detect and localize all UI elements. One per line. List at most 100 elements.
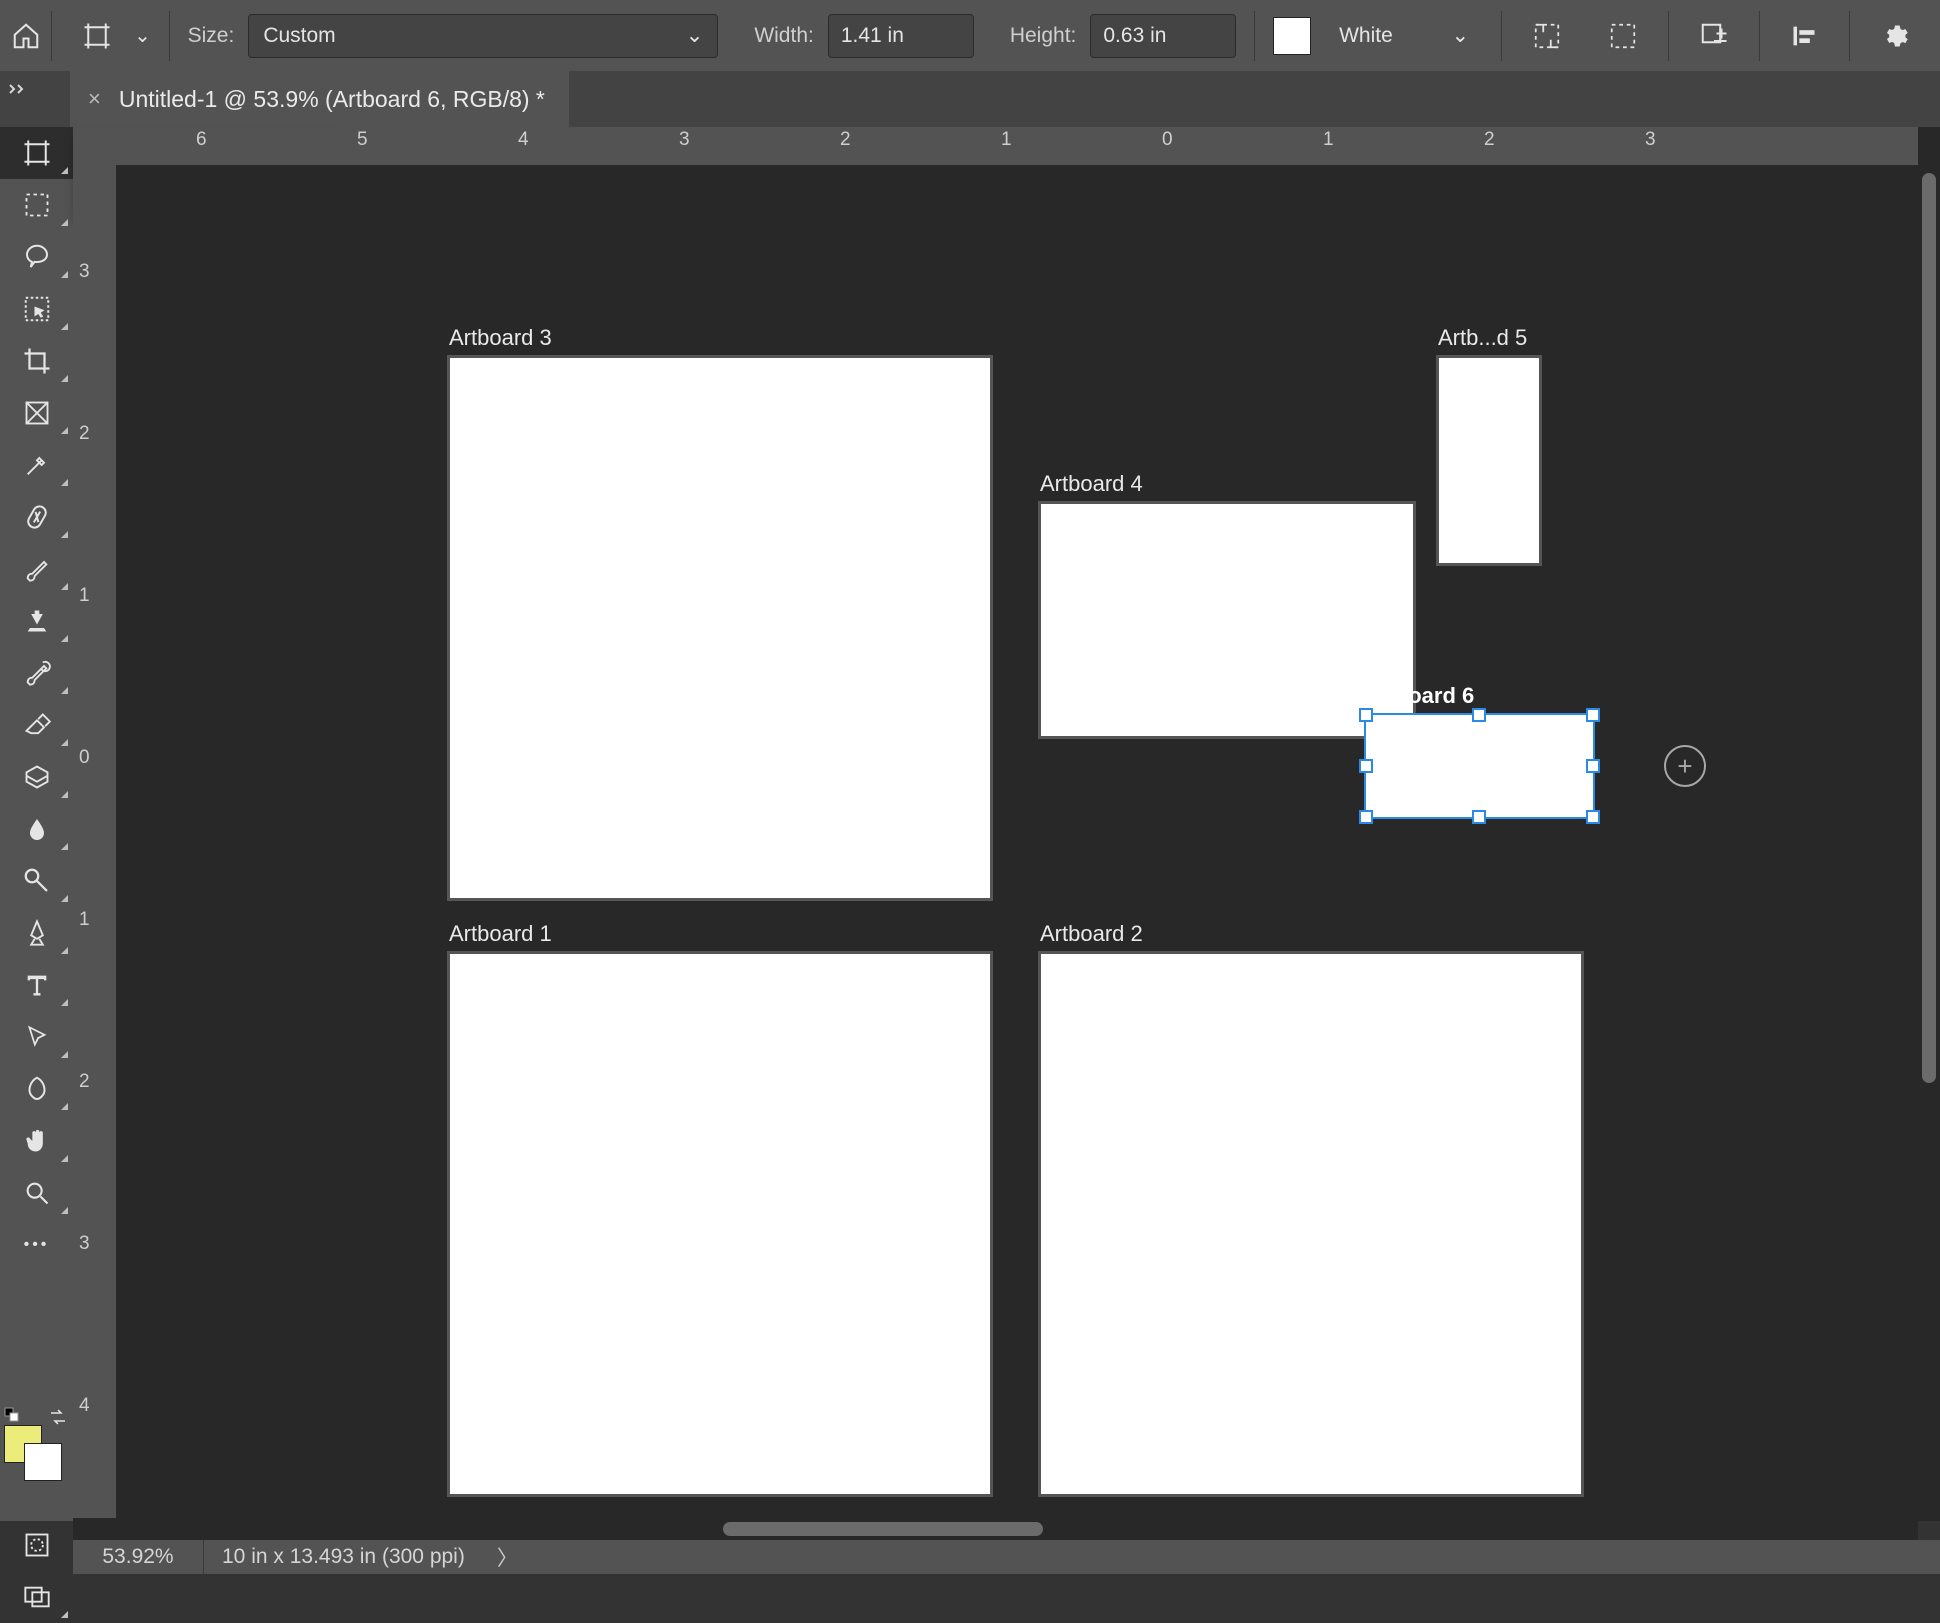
lasso-tool[interactable]: [0, 231, 73, 283]
selection-handle[interactable]: [1359, 708, 1373, 722]
background-color[interactable]: [24, 1443, 62, 1481]
marquee-tool[interactable]: [0, 179, 73, 231]
close-tab-icon[interactable]: ×: [88, 86, 101, 112]
artboard-label[interactable]: Artboard 3: [449, 325, 552, 351]
selection-handle[interactable]: [1586, 759, 1600, 773]
size-label: Size:: [188, 24, 235, 48]
artboard-label-selected[interactable]: Artboard 6: [1363, 683, 1474, 709]
artboard-2[interactable]: [1038, 951, 1584, 1497]
artboard-options-icon[interactable]: [1596, 9, 1650, 63]
artboard-label[interactable]: Artboard 4: [1040, 471, 1143, 497]
settings-icon[interactable]: [1868, 9, 1922, 63]
shape-tool[interactable]: [0, 1063, 73, 1115]
dodge-tool[interactable]: [0, 855, 73, 907]
artboard-label[interactable]: Artb...d 5: [1438, 325, 1527, 351]
object-selection-tool[interactable]: [0, 283, 73, 335]
ruler-v-tick: 1: [79, 585, 90, 607]
artboard-6[interactable]: [1364, 713, 1595, 819]
ruler-h-tick: 6: [196, 129, 207, 151]
path-selection-tool[interactable]: [0, 1011, 73, 1063]
ruler-v-tick: 2: [79, 423, 90, 445]
ruler-h-tick: 2: [1484, 129, 1495, 151]
gradient-tool[interactable]: [0, 751, 73, 803]
height-label: Height:: [1010, 24, 1077, 48]
artboard-fill-swatch[interactable]: [1273, 17, 1311, 55]
document-tab-title: Untitled-1 @ 53.9% (Artboard 6, RGB/8) *: [119, 86, 545, 113]
ruler-v-tick: 3: [79, 1233, 90, 1255]
ruler-h-tick: 3: [1645, 129, 1656, 151]
artboard-label[interactable]: Artboard 2: [1040, 921, 1143, 947]
constrain-icon[interactable]: [1520, 9, 1574, 63]
selection-handle[interactable]: [1472, 708, 1486, 722]
horizontal-ruler[interactable]: 6 5 4 3 2 1 0 1 2 3: [116, 127, 1940, 166]
height-input[interactable]: 0.63 in: [1090, 14, 1236, 58]
quick-mask-tool[interactable]: [0, 1519, 73, 1571]
document-info[interactable]: 10 in x 13.493 in (300 ppi): [204, 1545, 483, 1569]
edit-toolbar[interactable]: •••: [0, 1219, 73, 1271]
scrollbar-thumb[interactable]: [723, 1522, 1043, 1536]
hand-tool[interactable]: [0, 1115, 73, 1167]
home-button[interactable]: [0, 0, 51, 71]
align-icon[interactable]: [1777, 9, 1831, 63]
artboard-3[interactable]: [447, 355, 993, 901]
selection-handle[interactable]: [1586, 708, 1600, 722]
ruler-h-tick: 5: [357, 129, 368, 151]
artboard-4[interactable]: [1038, 501, 1416, 739]
ruler-h-tick: 4: [518, 129, 529, 151]
vertical-ruler[interactable]: 3 2 1 0 1 2 3 4: [73, 165, 117, 1521]
ruler-origin[interactable]: [73, 127, 117, 166]
add-artboard-icon[interactable]: [1687, 9, 1741, 63]
type-tool[interactable]: [0, 959, 73, 1011]
panel-expand-icon[interactable]: [8, 83, 32, 101]
width-value: 1.41 in: [841, 24, 904, 48]
clone-stamp-tool[interactable]: [0, 595, 73, 647]
ruler-v-tick: 2: [79, 1071, 90, 1093]
ruler-v-tick: 3: [79, 261, 90, 283]
eraser-tool[interactable]: [0, 699, 73, 751]
add-artboard-button[interactable]: +: [1664, 745, 1706, 787]
history-brush-tool[interactable]: [0, 647, 73, 699]
frame-tool[interactable]: [0, 387, 73, 439]
artboard-1[interactable]: [447, 951, 993, 1497]
size-preset-value: Custom: [263, 24, 335, 48]
artboard-tool[interactable]: [0, 127, 73, 179]
fill-label: White: [1339, 24, 1393, 48]
vertical-scrollbar[interactable]: [1918, 127, 1940, 1521]
crop-tool[interactable]: [0, 335, 73, 387]
artboard-fill-select[interactable]: White ⌄: [1325, 15, 1483, 57]
ruler-v-tick: 4: [79, 1395, 90, 1417]
zoom-tool[interactable]: [0, 1167, 73, 1219]
blur-tool[interactable]: [0, 803, 73, 855]
status-menu-icon[interactable]: 〉: [483, 1542, 532, 1572]
screen-mode-tool[interactable]: [0, 1571, 73, 1623]
tools-panel: •••: [0, 127, 73, 1521]
chevron-down-icon[interactable]: ⌄: [134, 23, 151, 48]
document-tab[interactable]: × Untitled-1 @ 53.9% (Artboard 6, RGB/8)…: [70, 71, 569, 127]
zoom-level[interactable]: 53.92%: [73, 1540, 204, 1574]
artboard-5[interactable]: [1436, 355, 1542, 566]
status-bar: 53.92% 10 in x 13.493 in (300 ppi) 〉: [73, 1540, 1940, 1574]
width-input[interactable]: 1.41 in: [828, 14, 974, 58]
canvas[interactable]: Artboard 3 Artb...d 5 Artboard 4 Artboar…: [116, 165, 1940, 1521]
color-swatches: [4, 1407, 68, 1473]
artboard-tool-indicator-icon[interactable]: [70, 9, 124, 63]
brush-tool[interactable]: [0, 543, 73, 595]
ruler-h-tick: 1: [1001, 129, 1012, 151]
scrollbar-thumb[interactable]: [1922, 173, 1936, 1083]
selection-handle[interactable]: [1359, 810, 1373, 824]
artboard-label[interactable]: Artboard 1: [449, 921, 552, 947]
options-bar: ⌄ Size: Custom ⌄ Width: 1.41 in Height: …: [0, 0, 1940, 71]
default-colors-icon[interactable]: [4, 1407, 22, 1425]
eyedropper-tool[interactable]: [0, 439, 73, 491]
selection-handle[interactable]: [1586, 810, 1600, 824]
swap-colors-icon[interactable]: [48, 1407, 68, 1427]
selection-handle[interactable]: [1359, 759, 1373, 773]
pen-tool[interactable]: [0, 907, 73, 959]
ruler-v-tick: 1: [79, 909, 90, 931]
selection-handle[interactable]: [1472, 810, 1486, 824]
size-preset-select[interactable]: Custom ⌄: [248, 14, 718, 58]
ruler-h-tick: 2: [840, 129, 851, 151]
horizontal-scrollbar[interactable]: [73, 1518, 1918, 1540]
healing-brush-tool[interactable]: [0, 491, 73, 543]
canvas-area: 6 5 4 3 2 1 0 1 2 3 3 2 1 0 1 2 3 4 Artb…: [73, 127, 1940, 1521]
